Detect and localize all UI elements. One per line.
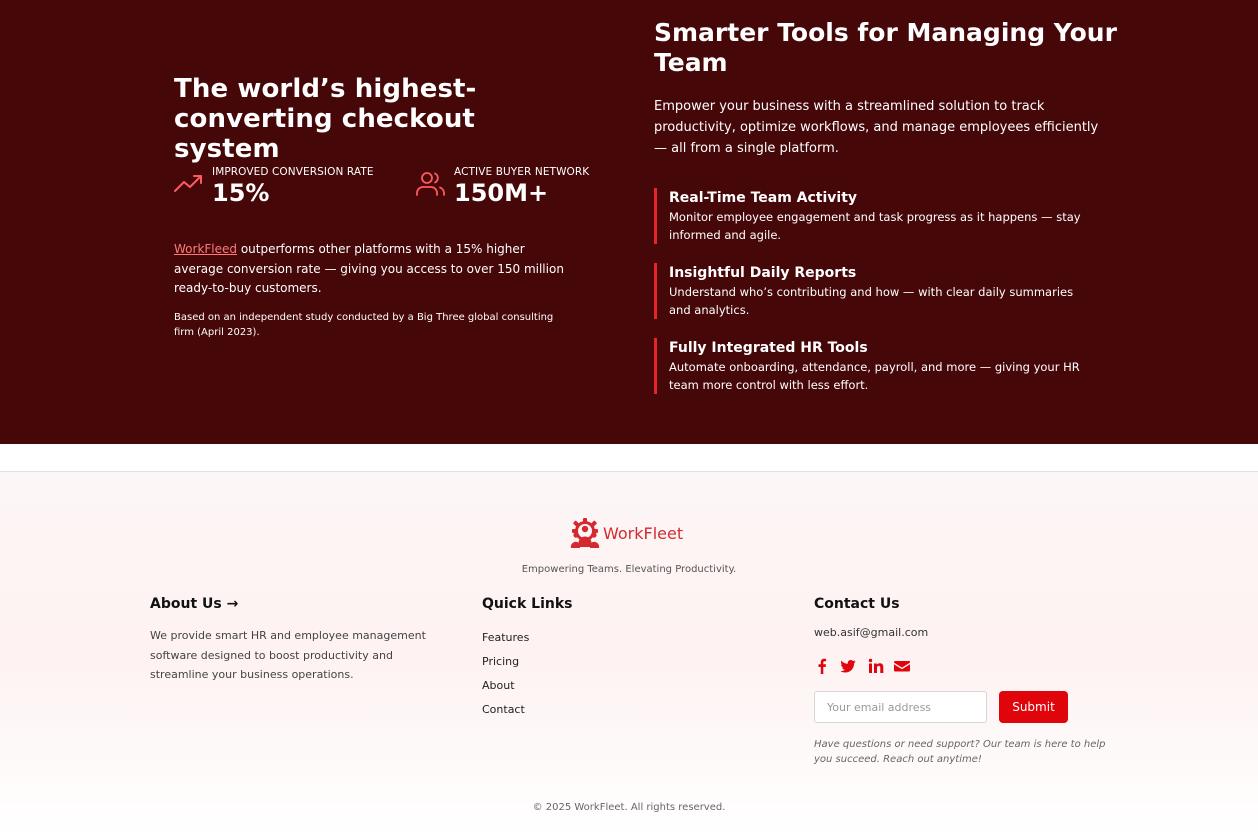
stat-value: 15%	[212, 179, 270, 207]
contact-email[interactable]: web.asif@gmail.com	[814, 626, 1134, 639]
quick-links-heading: Quick Links	[482, 596, 573, 612]
linkedin-icon[interactable]	[868, 658, 884, 674]
users-icon	[416, 171, 446, 197]
quick-links-list: Features Pricing About Contact	[482, 626, 572, 722]
stat-value: 150M+	[454, 179, 549, 207]
stats-row: Improved conversion rate 15% Active buye…	[174, 166, 594, 207]
quick-links-column: Quick Links Features Pricing About Conta…	[482, 596, 572, 722]
site-footer: WorkFleet Empowering Teams. Elevating Pr…	[0, 472, 1258, 836]
feature-title: Insightful Daily Reports	[669, 265, 857, 281]
feature-text: Monitor employee engagement and task pro…	[669, 210, 1081, 242]
contact-heading: Contact Us	[814, 596, 900, 612]
tools-lead: Empower your business with a streamlined…	[654, 99, 1099, 156]
submit-button[interactable]: Submit	[999, 691, 1068, 723]
support-text: Have questions or need support? Our team…	[814, 739, 1106, 765]
about-text: We provide smart HR and employee managem…	[150, 629, 426, 681]
tools-block: Smarter Tools for Managing Your Team Emp…	[654, 18, 1124, 394]
about-column: About Us → We provide smart HR and emplo…	[150, 596, 440, 685]
feature-title: Fully Integrated HR Tools	[669, 340, 868, 356]
checkout-block: The world’s highest-converting checkout …	[174, 74, 589, 338]
link-features[interactable]: Features	[482, 626, 572, 650]
email-input[interactable]	[814, 691, 987, 723]
checkout-description: WorkFleed outperforms other platforms wi…	[174, 240, 574, 299]
brand-tagline: Empowering Teams. Elevating Productivity…	[521, 564, 737, 575]
feature-item: Insightful Daily Reports Understand who’…	[654, 263, 1094, 319]
hero-section: The world’s highest-converting checkout …	[0, 0, 1258, 444]
trending-up-icon	[174, 171, 204, 197]
facebook-icon[interactable]	[814, 658, 830, 674]
feature-item: Fully Integrated HR Tools Automate onboa…	[654, 338, 1094, 394]
brand-name: WorkFleet	[603, 524, 684, 543]
study-note: Based on an independent study conducted …	[174, 312, 554, 338]
stat-label: Active buyer network	[454, 166, 590, 178]
feature-item: Real-Time Team Activity Monitor employee…	[654, 188, 1094, 244]
team-gear-logo-icon	[570, 518, 600, 550]
envelope-icon[interactable]	[894, 658, 910, 674]
copyright-text: © 2025 WorkFleet. All rights reserved.	[532, 802, 726, 813]
link-contact[interactable]: Contact	[482, 698, 572, 722]
checkout-title: The world’s highest-converting checkout …	[174, 74, 477, 164]
link-pricing[interactable]: Pricing	[482, 650, 572, 674]
link-about[interactable]: About	[482, 674, 572, 698]
feature-text: Automate onboarding, attendance, payroll…	[669, 360, 1080, 392]
newsletter-form: Submit	[814, 691, 1074, 723]
twitter-icon[interactable]	[840, 658, 856, 674]
workfleed-link[interactable]: WorkFleed	[174, 242, 237, 256]
feature-text: Understand who’s contributing and how — …	[669, 285, 1074, 317]
feature-title: Real-Time Team Activity	[669, 190, 858, 206]
stat-label: Improved conversion rate	[212, 166, 374, 178]
about-heading[interactable]: About Us →	[150, 596, 440, 612]
tools-title: Smarter Tools for Managing Your Team	[654, 18, 1117, 77]
contact-column: Contact Us web.asif@gmail.com Submit Hav…	[814, 596, 1134, 776]
